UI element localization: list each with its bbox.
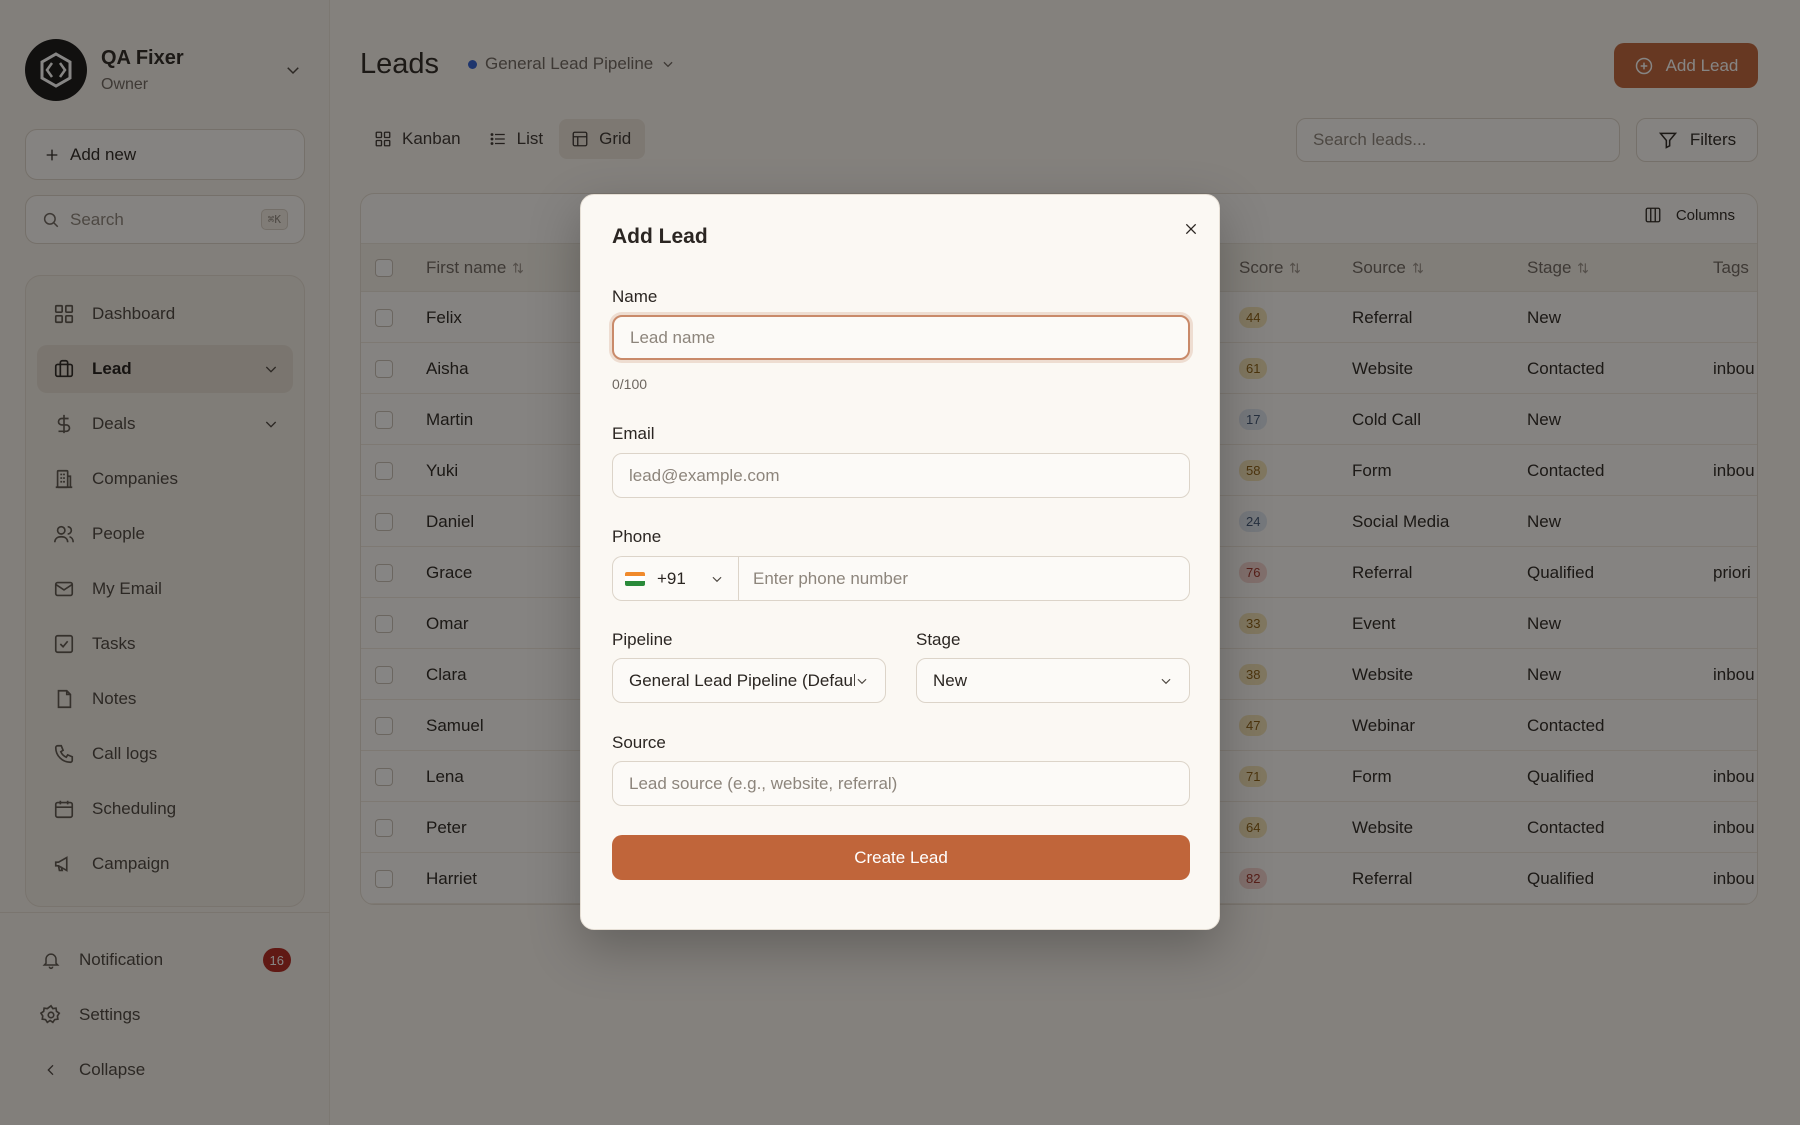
- create-lead-button[interactable]: Create Lead: [612, 835, 1190, 880]
- pipeline-label: Pipeline: [612, 630, 673, 649]
- pipeline-value: General Lead Pipeline (Default): [629, 670, 855, 690]
- source-input[interactable]: Lead source (e.g., website, referral): [612, 761, 1190, 806]
- lead-name-placeholder: Lead name: [630, 327, 716, 347]
- country-code-select[interactable]: +91: [612, 556, 738, 601]
- india-flag-icon: [625, 571, 645, 586]
- email-input[interactable]: lead@example.com: [612, 453, 1190, 498]
- chevron-down-icon: [857, 678, 867, 684]
- lead-name-input[interactable]: Lead name: [612, 315, 1190, 360]
- country-code: +91: [657, 568, 686, 588]
- close-icon[interactable]: [1179, 217, 1203, 241]
- chevron-down-icon: [712, 576, 722, 582]
- phone-label: Phone: [612, 527, 662, 546]
- stage-select[interactable]: New: [916, 658, 1190, 703]
- phone-placeholder: Enter phone number: [753, 568, 908, 588]
- pipeline-select[interactable]: General Lead Pipeline (Default): [612, 658, 886, 703]
- phone-number-input[interactable]: Enter phone number: [738, 556, 1190, 601]
- email-label: Email: [612, 424, 655, 443]
- modal-title: Add Lead: [612, 225, 708, 248]
- email-placeholder: lead@example.com: [629, 465, 780, 485]
- add-lead-modal: Add Lead Name Lead name 0/100 Email lead…: [580, 194, 1220, 930]
- chevron-down-icon: [1161, 678, 1171, 684]
- name-char-counter: 0/100: [612, 376, 648, 392]
- stage-value: New: [933, 670, 968, 690]
- name-label: Name: [612, 287, 658, 306]
- stage-label: Stage: [916, 630, 961, 649]
- source-placeholder: Lead source (e.g., website, referral): [629, 773, 898, 793]
- source-label: Source: [612, 733, 666, 752]
